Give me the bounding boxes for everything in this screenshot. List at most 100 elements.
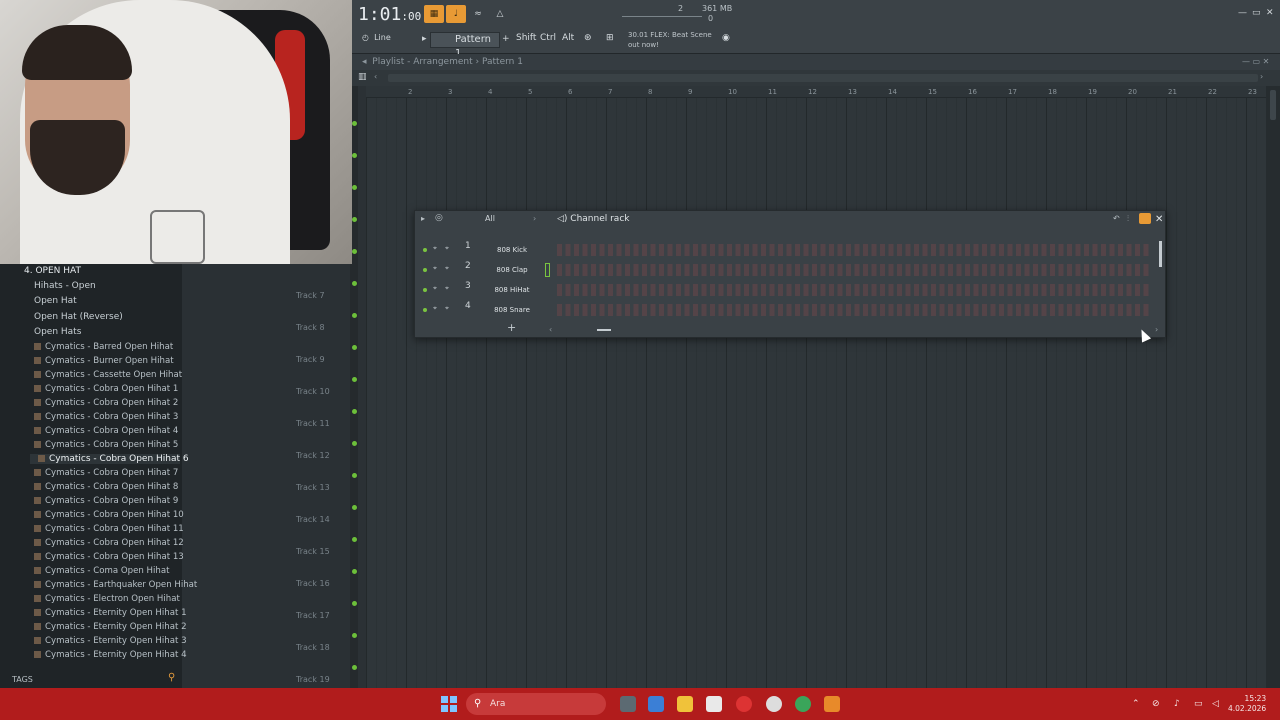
channel-vol-icon[interactable]: ⌖: [445, 264, 449, 273]
metronome-icon[interactable]: △: [490, 5, 510, 23]
channel-mute-led[interactable]: [423, 268, 427, 272]
track-mute-led[interactable]: [352, 217, 357, 222]
channel-name-button[interactable]: 808 HiHat: [483, 283, 541, 297]
track-label[interactable]: Track 11: [296, 419, 330, 428]
step-sequencer[interactable]: [557, 304, 1151, 316]
system-clock[interactable]: 15:23 4.02.2026: [1228, 694, 1266, 714]
channel-vol-icon[interactable]: ⌖: [445, 284, 449, 293]
network-icon[interactable]: ⊘: [1152, 699, 1160, 709]
browser-file[interactable]: Cymatics - Eternity Open Hihat 2: [34, 622, 187, 632]
browser-file[interactable]: Cymatics - Eternity Open Hihat 4: [34, 650, 187, 660]
volume-icon[interactable]: ◁: [1212, 699, 1219, 709]
track-mute-led[interactable]: [352, 441, 357, 446]
browser-file[interactable]: Cymatics - Cobra Open Hihat 6: [30, 454, 189, 464]
track-label[interactable]: Track 13: [296, 483, 330, 492]
channel-mute-led[interactable]: [423, 308, 427, 312]
mic-icon[interactable]: ♪: [1174, 699, 1180, 709]
channel-name-button[interactable]: 808 Clap: [483, 263, 541, 277]
cart-icon[interactable]: ⊞: [606, 33, 614, 43]
piano-icon[interactable]: ▥: [358, 72, 367, 82]
browser-subfolder[interactable]: Open Hat (Reverse): [34, 312, 123, 322]
channel-name-button[interactable]: 808 Snare: [483, 303, 541, 317]
start-icon[interactable]: [441, 696, 457, 712]
channel-row[interactable]: ⌖ ⌖ 3 808 HiHat: [415, 281, 1165, 299]
close-icon[interactable]: ✕: [1266, 8, 1274, 18]
browser-subfolder[interactable]: Open Hats: [34, 327, 81, 337]
online-icon[interactable]: ◉: [722, 33, 730, 43]
filter-arrow-icon[interactable]: ›: [533, 214, 536, 223]
master-volume-slider[interactable]: [622, 5, 702, 17]
pattern-selector[interactable]: Pattern 1: [430, 32, 500, 59]
channel-name-button[interactable]: 808 Kick: [483, 243, 541, 257]
track-mute-led[interactable]: [352, 377, 357, 382]
track-mute-led[interactable]: [352, 121, 357, 126]
browser-file[interactable]: Cymatics - Cobra Open Hihat 8: [34, 482, 178, 492]
browser-file[interactable]: Cymatics - Earthquaker Open Hihat: [34, 580, 197, 590]
mixer-track-number[interactable]: 3: [465, 281, 471, 291]
channel-mute-led[interactable]: [423, 288, 427, 292]
mixer-track-number[interactable]: 4: [465, 301, 471, 311]
settings-icon[interactable]: [766, 696, 782, 712]
browser-file[interactable]: Cymatics - Coma Open Hihat: [34, 566, 170, 576]
file-explorer-icon[interactable]: [677, 696, 693, 712]
edge-icon[interactable]: [648, 696, 664, 712]
track-mute-led[interactable]: [352, 537, 357, 542]
browser-file[interactable]: Cymatics - Cobra Open Hihat 9: [34, 496, 178, 506]
track-mute-led[interactable]: [352, 409, 357, 414]
channel-vol-icon[interactable]: ⌖: [445, 244, 449, 253]
track-label[interactable]: Track 12: [296, 451, 330, 460]
rack-scroll-thumb[interactable]: [597, 329, 611, 331]
browser-file[interactable]: Cymatics - Eternity Open Hihat 1: [34, 608, 187, 618]
channel-row[interactable]: ⌖ ⌖ 4 808 Snare: [415, 301, 1165, 319]
browser-folder[interactable]: 4. OPEN HAT: [24, 266, 81, 276]
browser-file[interactable]: Cymatics - Cobra Open Hihat 7: [34, 468, 178, 478]
rack-menu-icon[interactable]: ▸: [421, 214, 425, 223]
scroll-thumb[interactable]: [388, 74, 1258, 82]
pattern-song-toggle[interactable]: ▦: [424, 5, 444, 23]
browser-file[interactable]: Cymatics - Cassette Open Hihat: [34, 370, 182, 380]
track-mute-led[interactable]: [352, 665, 357, 670]
rack-vscroll-thumb[interactable]: [1159, 241, 1162, 267]
rack-close-icon[interactable]: ✕: [1155, 214, 1163, 225]
channel-pan-icon[interactable]: ⌖: [433, 284, 437, 293]
snap-mode[interactable]: ◴ Line: [362, 33, 391, 42]
playlist-grid[interactable]: [366, 98, 1266, 688]
track-label[interactable]: Track 7: [296, 291, 325, 300]
track-mute-led[interactable]: [352, 281, 357, 286]
browser-file[interactable]: Cymatics - Eternity Open Hihat 3: [34, 636, 187, 646]
link-icon[interactable]: ⊛: [584, 33, 592, 43]
track-mute-led[interactable]: [352, 185, 357, 190]
track-mute-led[interactable]: [352, 153, 357, 158]
store-icon[interactable]: [706, 696, 722, 712]
step-mode-icon[interactable]: [1139, 213, 1151, 224]
track-mute-led[interactable]: [352, 633, 357, 638]
browser-file[interactable]: Cymatics - Burner Open Hihat: [34, 356, 174, 366]
playlist-menu-icon[interactable]: ◂: [362, 57, 367, 67]
browser-file[interactable]: Cymatics - Barred Open Hihat: [34, 342, 173, 352]
channel-select-indicator[interactable]: [545, 263, 550, 277]
app-icon[interactable]: [736, 696, 752, 712]
browser-file[interactable]: Cymatics - Cobra Open Hihat 5: [34, 440, 178, 450]
browser-file[interactable]: Cymatics - Cobra Open Hihat 4: [34, 426, 178, 436]
maximize-icon[interactable]: ▭: [1252, 8, 1261, 18]
swing-knob-icon[interactable]: ◎: [435, 213, 443, 223]
add-pattern-icon[interactable]: +: [502, 34, 510, 44]
task-view-icon[interactable]: [620, 696, 636, 712]
fl-studio-icon[interactable]: [824, 696, 840, 712]
display-icon[interactable]: ▭: [1194, 699, 1203, 709]
step-sequencer[interactable]: [557, 244, 1151, 256]
tempo-icon[interactable]: ♩: [446, 5, 466, 23]
track-mute-led[interactable]: [352, 473, 357, 478]
browser-file[interactable]: Cymatics - Cobra Open Hihat 2: [34, 398, 178, 408]
browser-file[interactable]: Cymatics - Cobra Open Hihat 11: [34, 524, 184, 534]
track-mute-led[interactable]: [352, 569, 357, 574]
playlist-timeline-ruler[interactable]: 2 3 4 5 6 7 8 9 10 11 12 13 14 15 16 17 18 19 20 21 22 23: [366, 86, 1266, 98]
track-label[interactable]: Track 10: [296, 387, 330, 396]
mixer-track-number[interactable]: 1: [465, 241, 471, 251]
track-label[interactable]: Track 17: [296, 611, 330, 620]
rack-scroll-left-icon[interactable]: ‹: [549, 325, 552, 334]
chrome-icon[interactable]: [795, 696, 811, 712]
news-ticker[interactable]: 30.01 FLEX: Beat Scene out now!: [628, 30, 718, 50]
playlist-horizontal-scrollbar[interactable]: ▥ ‹ ›: [352, 70, 1280, 86]
channel-vol-icon[interactable]: ⌖: [445, 304, 449, 313]
